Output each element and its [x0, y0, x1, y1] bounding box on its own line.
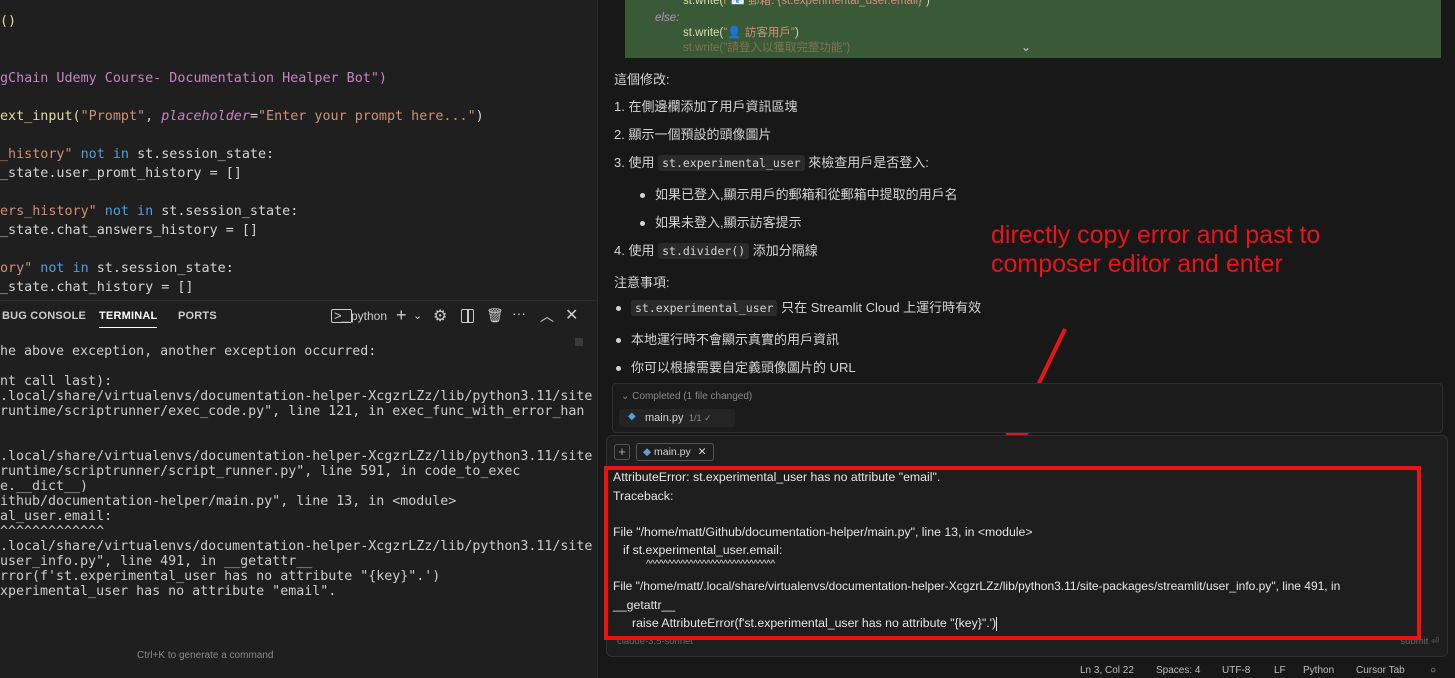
more-icon[interactable]: ···	[512, 305, 526, 321]
sub-list-item: 如果未登入,顯示訪客提示	[640, 212, 802, 231]
terminal-line: .local/share/virtualenvs/documentation-h…	[0, 449, 593, 464]
status-bar: Ln 3, Col 22 Spaces: 4 UTF-8 LF Python C…	[598, 662, 1455, 678]
status-language[interactable]: Python	[1303, 665, 1334, 676]
text-cursor	[996, 616, 998, 631]
completed-file-row[interactable]: ◆ main.py 1/1 ✓	[619, 409, 735, 427]
list-item: 2. 顯示一個預設的頭像圖片	[614, 127, 772, 142]
terminal-line: user_info.py", line 491, in __getattr__	[0, 554, 313, 569]
annotation-text: directly copy error and past to composer…	[991, 221, 1321, 278]
close-icon[interactable]: ✕	[565, 305, 578, 325]
note-item: 你可以根據需要自定義頭像圖片的 URL	[616, 357, 856, 376]
code-line: _state.chat_answers_history = []	[0, 223, 258, 238]
bell-icon[interactable]: ○	[1430, 665, 1436, 676]
summary-title: 這個修改:	[614, 72, 670, 87]
terminal-line: ^^^^^^^^^^^^^	[0, 524, 105, 539]
list-item: 4. 使用 st.divider() 添加分隔線	[614, 243, 818, 259]
composer-input-highlight[interactable]: AttributeError: st.experimental_user has…	[604, 466, 1421, 640]
code-line-4: st.write("請登入以獲取完整功能")	[683, 42, 851, 54]
sub-list-item: 如果已登入,顯示用戶的郵箱和從郵箱中提取的用戶名	[640, 184, 958, 203]
terminal-output[interactable]: he above exception, another exception oc…	[0, 338, 597, 648]
add-context-button[interactable]: +	[614, 444, 630, 460]
status-indentation[interactable]: Spaces: 4	[1156, 665, 1200, 676]
terminal-icon: >_	[331, 309, 352, 323]
terminal-line: .local/share/virtualenvs/documentation-h…	[0, 539, 593, 554]
python-file-icon: ◆	[628, 411, 636, 422]
code-line-2: else:	[655, 12, 680, 24]
error-line: File "/home/matt/.local/share/virtualenv…	[613, 579, 1341, 593]
terminal-line: e.__dict__)	[0, 479, 89, 494]
chevron-up-icon[interactable]: ︿	[540, 306, 554, 326]
completed-panel[interactable]: ⌄ Completed (1 file changed) ◆ main.py 1…	[612, 383, 1443, 433]
error-line: ^^^^^^^^^^^^^^^^^^^^^^^^^^^^^^	[646, 559, 775, 570]
code-line: ory" not in st.session_state:	[0, 261, 234, 276]
code-editor[interactable]: () gChain Udemy Course- Documentation Hea…	[0, 0, 597, 298]
chevron-down-icon: ⌄	[621, 391, 633, 402]
completed-header[interactable]: ⌄ Completed (1 file changed)	[621, 391, 752, 402]
tab-ports[interactable]: PORTS	[178, 310, 217, 322]
code-line: ext_input("Prompt", placeholder="Enter y…	[0, 109, 484, 124]
code-line: _state.chat_history = []	[0, 280, 194, 295]
error-line: Traceback:	[613, 489, 674, 503]
list-item: 1. 在側邊欄添加了用戶資訊區塊	[614, 99, 798, 114]
status-cursor-position[interactable]: Ln 3, Col 22	[1080, 665, 1134, 676]
terminal-hint: Ctrl+K to generate a command	[137, 650, 274, 661]
code-line-1: st.write(f"📧 郵箱: {st.experimental_user.e…	[683, 0, 930, 7]
code-line: ()	[0, 14, 17, 29]
notes-title: 注意事項:	[614, 275, 670, 290]
terminal-line: xperimental_user has no attribute "email…	[0, 584, 337, 599]
chat-pane: st.write(f"📧 郵箱: {st.experimental_user.e…	[598, 0, 1455, 678]
code-line-3: st.write("👤 訪客用戶")	[683, 27, 799, 39]
chevron-down-icon[interactable]: ⌄	[1021, 40, 1031, 54]
error-line: File "/home/matt/Github/documentation-he…	[613, 525, 1033, 539]
note-item: 本地運行時不會顯示真實的用戶資訊	[616, 329, 839, 348]
status-encoding[interactable]: UTF-8	[1222, 665, 1250, 676]
terminal-line: nt call last):	[0, 374, 113, 389]
terminal-line: al_user.email:	[0, 509, 113, 524]
plus-icon[interactable]: +	[396, 305, 407, 326]
terminal-line: rror(f'st.experimental_user has no attri…	[0, 569, 441, 584]
context-chip[interactable]: ◆ main.py ✕	[636, 443, 714, 461]
code-line: ers_history" not in st.session_state:	[0, 204, 299, 219]
terminal-line: ithub/documentation-helper/main.py", lin…	[0, 494, 457, 509]
terminal-line: runtime/scriptrunner/exec_code.py", line…	[0, 404, 585, 419]
status-eol[interactable]: LF	[1274, 665, 1286, 676]
terminal-line: he above exception, another exception oc…	[0, 344, 377, 359]
code-line: _state.user_promt_history = []	[0, 166, 242, 181]
terminal-scrollbar[interactable]	[575, 338, 583, 346]
note-item: st.experimental_user 只在 Streamlit Cloud …	[616, 297, 981, 316]
error-line: __getattr__	[613, 598, 676, 612]
shell-label[interactable]: python	[351, 309, 387, 323]
panel-header: BUG CONSOLE TERMINAL PORTS >_ python + ⌄…	[0, 300, 597, 333]
tab-debug-console[interactable]: BUG CONSOLE	[2, 310, 86, 322]
chevron-down-icon[interactable]: ⌄	[413, 309, 422, 322]
left-pane: () gChain Udemy Course- Documentation Hea…	[0, 0, 597, 678]
tab-terminal[interactable]: TERMINAL	[99, 310, 158, 328]
code-line: _history" not in st.session_state:	[0, 147, 275, 162]
status-cursor-tab[interactable]: Cursor Tab	[1356, 665, 1405, 676]
list-item: 3. 使用 st.experimental_user 來檢查用戶是否登入:	[614, 155, 929, 171]
split-icon[interactable]	[461, 309, 474, 323]
code-block: st.write(f"📧 郵箱: {st.experimental_user.e…	[625, 0, 1441, 58]
error-line: raise AttributeError(f'st.experimental_u…	[632, 616, 998, 631]
python-file-icon: ◆	[643, 446, 654, 458]
terminal-line: runtime/scriptrunner/script_runner.py", …	[0, 464, 521, 479]
close-icon[interactable]: ✕	[698, 446, 707, 458]
error-line: if st.experimental_user.email:	[623, 543, 783, 557]
terminal-line: .local/share/virtualenvs/documentation-h…	[0, 389, 593, 404]
error-line: AttributeError: st.experimental_user has…	[613, 470, 941, 484]
code-line: gChain Udemy Course- Documentation Healp…	[0, 71, 387, 86]
gear-icon[interactable]: ⚙	[433, 306, 447, 326]
trash-icon[interactable]: 🗑	[486, 307, 504, 324]
